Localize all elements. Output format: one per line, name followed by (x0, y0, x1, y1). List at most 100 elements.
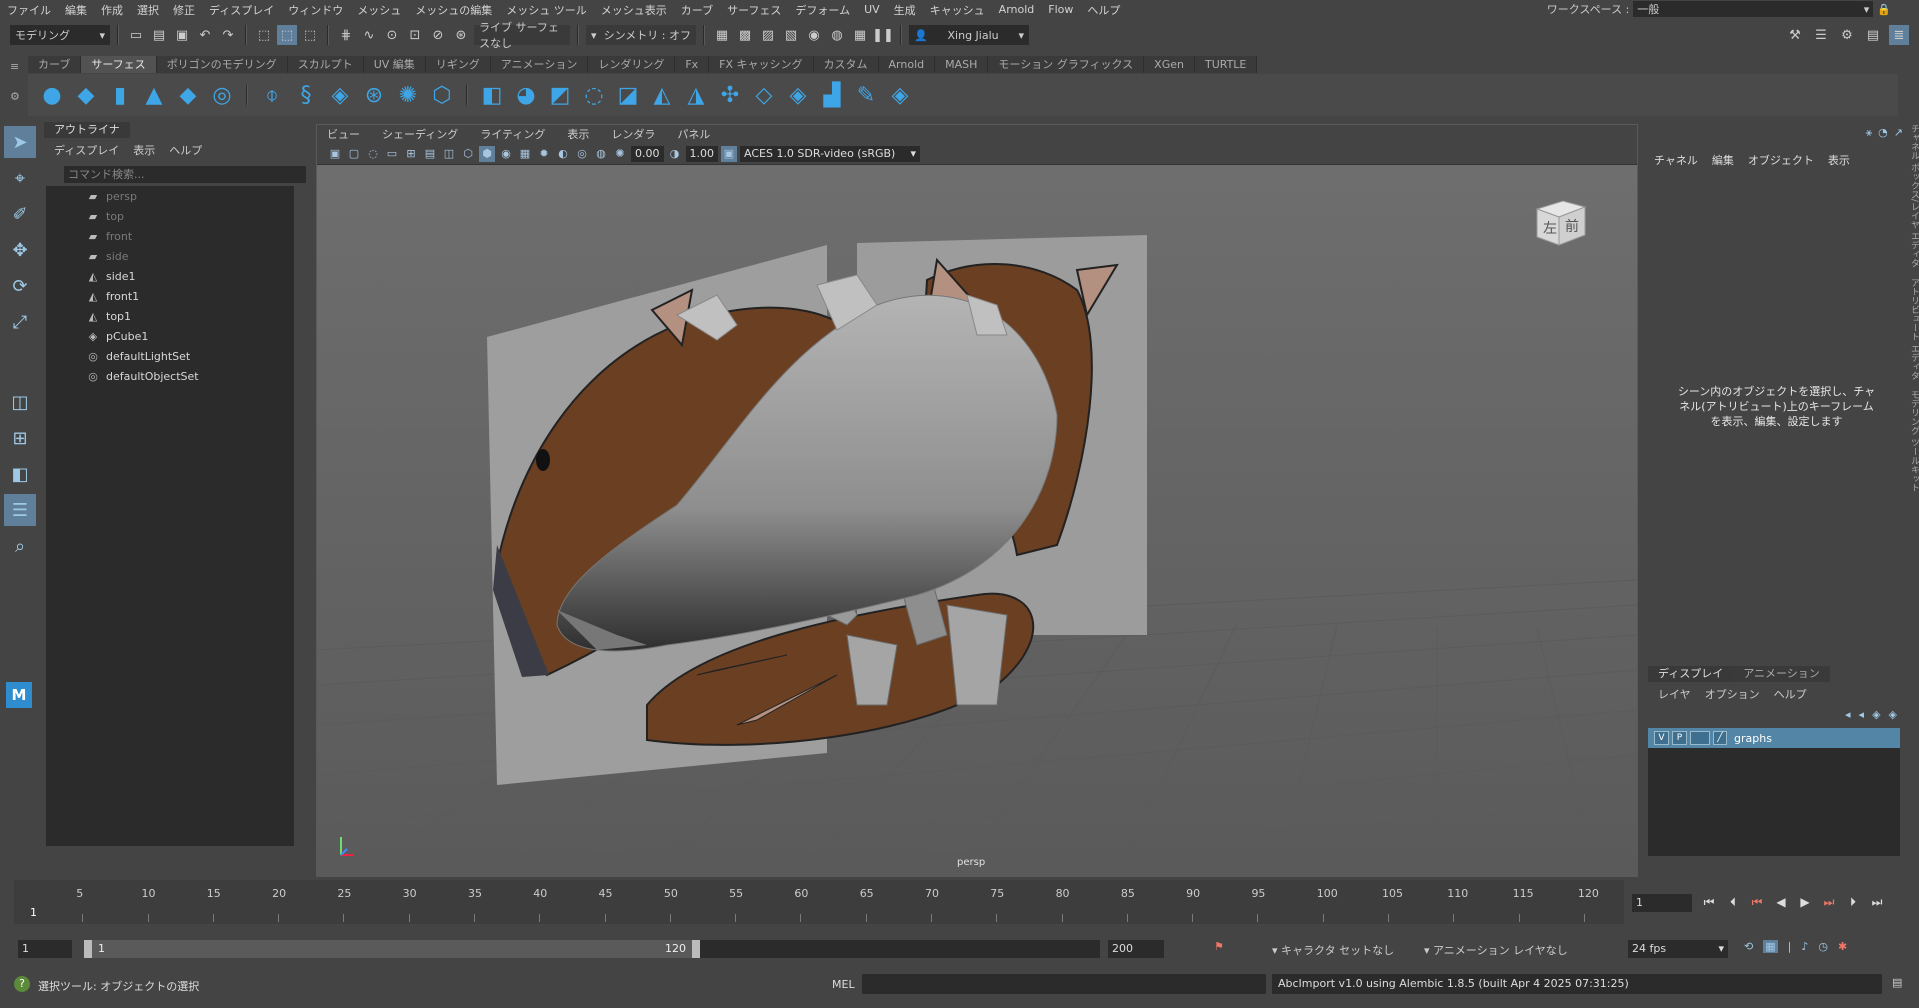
move-layer-up-icon[interactable]: ◂ (1845, 708, 1851, 721)
side-tab[interactable]: アトリビュート エディタ (1908, 278, 1919, 380)
float-panel-icon[interactable]: ↗ (1894, 126, 1903, 140)
channel-box-menu-item[interactable]: 表示 (1828, 152, 1850, 168)
mel-label[interactable]: MEL (832, 978, 855, 991)
trim-icon[interactable]: ◩ (546, 81, 574, 109)
project-curve-icon[interactable]: ◕ (512, 81, 540, 109)
menu-item[interactable]: Arnold (992, 3, 1042, 16)
shelf-tab[interactable]: XGen (1144, 56, 1195, 73)
attach-icon[interactable]: ◪ (614, 81, 642, 109)
menu-item[interactable]: ファイル (0, 2, 58, 18)
exposure-field[interactable]: 0.00 (631, 145, 664, 162)
new-layer-icon[interactable]: ◈ (1872, 708, 1880, 721)
anim-layer-dropdown[interactable]: ▾ アニメーション レイヤなし (1424, 942, 1568, 958)
side-tab[interactable]: モデリング ツールキット (1908, 390, 1919, 492)
help-icon[interactable]: ? (14, 976, 30, 992)
shelf-tab[interactable]: カーブ (28, 56, 82, 73)
go-to-end-icon[interactable]: ⏭ (1868, 892, 1886, 912)
viewport-menu-item[interactable]: ビュー (327, 126, 360, 142)
boundary-icon[interactable]: ⬡ (428, 81, 456, 109)
align-icon[interactable]: ◮ (682, 81, 710, 109)
nurbs-cone-icon[interactable]: ▲ (140, 81, 168, 109)
menu-item[interactable]: メッシュ (350, 2, 408, 18)
range-track[interactable] (700, 940, 1100, 958)
select-camera-icon[interactable]: ▣ (327, 146, 343, 162)
hypershade-icon[interactable]: ◉ (804, 25, 824, 45)
auto-key-icon[interactable]: ⚑ (1214, 940, 1224, 953)
go-to-start-icon[interactable]: ⏮ (1700, 892, 1718, 912)
channel-box-menu-item[interactable]: 編集 (1712, 152, 1734, 168)
playback-speed-icon[interactable]: ◷ (1818, 940, 1828, 953)
menu-item[interactable]: ディスプレイ (202, 2, 281, 18)
single-pane-icon[interactable]: ◫ (4, 386, 36, 418)
isolate-select-icon[interactable]: ◎ (574, 146, 590, 162)
film-gate-icon[interactable]: ▤ (422, 146, 438, 162)
workspace-dropdown[interactable]: 一般 ▾ (1633, 1, 1874, 17)
menu-item[interactable]: メッシュの編集 (408, 2, 499, 18)
exposure-icon[interactable]: ✺ (612, 146, 628, 162)
shelf-tab[interactable]: Arnold (878, 56, 936, 73)
tool-settings-icon[interactable]: ⚙ (1837, 25, 1857, 45)
step-forward-frame-icon[interactable]: ⏭ (1820, 892, 1838, 912)
current-frame-indicator[interactable]: 1 (30, 906, 37, 919)
snap-curve-icon[interactable]: ∿ (359, 25, 379, 45)
viewcube[interactable]: 左 前 (1533, 197, 1589, 249)
menu-item[interactable]: メッシュ表示 (594, 2, 674, 18)
snap-point-icon[interactable]: ⊙ (382, 25, 402, 45)
shelf-tab[interactable]: ポリゴンのモデリング (156, 56, 288, 73)
step-back-key-icon[interactable]: ⏴ (1724, 892, 1742, 912)
render-frame-icon[interactable]: ▩ (735, 25, 755, 45)
gamma-field[interactable]: 1.00 (685, 145, 718, 162)
viewport-menu-item[interactable]: シェーディング (382, 126, 458, 142)
menu-item[interactable]: デフォーム (788, 2, 857, 18)
anim-preferences-icon[interactable]: ✱ (1838, 940, 1847, 953)
snap-view-icon[interactable]: ⊡ (405, 25, 425, 45)
insert-isoparm-icon[interactable]: ◇ (750, 81, 778, 109)
channel-box-menu-item[interactable]: オブジェクト (1748, 152, 1814, 168)
menu-item[interactable]: UV (857, 3, 887, 16)
new-layer-selected-icon[interactable]: ◈ (1889, 708, 1897, 721)
textured-icon[interactable]: ▦ (517, 146, 533, 162)
layer-editor-menu-item[interactable]: レイヤ (1658, 686, 1691, 702)
script-editor-icon[interactable]: ▤ (1892, 976, 1902, 989)
play-forward-icon[interactable]: ▶ (1796, 892, 1814, 912)
snap-live-icon[interactable]: ⊛ (451, 25, 471, 45)
gamma-icon[interactable]: ◑ (667, 146, 683, 162)
menu-item[interactable]: キャッシュ (923, 2, 992, 18)
viewport-menu-item[interactable]: 表示 (567, 126, 589, 142)
layer-display-type[interactable] (1690, 731, 1710, 745)
nurbs-plane-icon[interactable]: ◆ (174, 81, 202, 109)
mode-dropdown[interactable]: モデリング ▾ (10, 25, 110, 45)
nurbs-cube-icon[interactable]: ◆ (72, 81, 100, 109)
range-end-handle[interactable] (692, 940, 700, 958)
menu-item[interactable]: ヘルプ (1080, 2, 1127, 18)
outliner-item[interactable]: ◈ pCube1 (46, 326, 294, 346)
color-space-dropdown[interactable]: ACES 1.0 SDR-video (sRGB) ▾ (740, 145, 920, 162)
redo-icon[interactable]: ↷ (218, 25, 238, 45)
xray-icon[interactable]: ◍ (593, 146, 609, 162)
time-slider[interactable]: 1 5 10 15 20 25 30 35 40 45 50 55 60 65 70 75 80 85 90 95 1… (14, 880, 1624, 924)
sculpt-icon[interactable]: ✎ (852, 81, 880, 109)
layer-editor-icon[interactable]: ≣ (1889, 25, 1909, 45)
shelf-tab[interactable]: スカルプト (287, 56, 364, 73)
rotate-tool-icon[interactable]: ⟳ (4, 270, 36, 302)
outliner-search-input[interactable]: コマンド検索... (64, 166, 306, 183)
outliner-item[interactable]: ◎ defaultLightSet (46, 346, 294, 366)
outliner-item[interactable]: ◭ front1 (46, 286, 294, 306)
maya-logo-icon[interactable]: M (6, 682, 32, 708)
shelf-settings-icon[interactable]: ⚙ (10, 90, 20, 103)
revolve-icon[interactable]: ⌽ (258, 81, 286, 109)
scene-end-field[interactable]: 200 (1108, 940, 1164, 958)
snap-surface-icon[interactable]: ⊘ (428, 25, 448, 45)
play-backward-icon[interactable]: ◀ (1772, 892, 1790, 912)
menu-item[interactable]: 選択 (130, 2, 166, 18)
select-object-icon[interactable]: ⬚ (277, 25, 297, 45)
step-back-frame-icon[interactable]: ⏮ (1748, 892, 1766, 912)
menu-item[interactable]: 編集 (58, 2, 94, 18)
open-scene-icon[interactable]: ▤ (149, 25, 169, 45)
live-surface-field[interactable]: ライブ サーフェスなし (474, 21, 570, 50)
shelf-tab[interactable]: UV 編集 (363, 56, 426, 73)
viewport-menu-item[interactable]: パネル (677, 126, 710, 142)
range-start-handle[interactable] (84, 940, 92, 958)
bookmark-icon[interactable]: ◌ (365, 146, 381, 162)
symmetry-dropdown[interactable]: ▾ シンメトリ : オフ (586, 25, 696, 45)
